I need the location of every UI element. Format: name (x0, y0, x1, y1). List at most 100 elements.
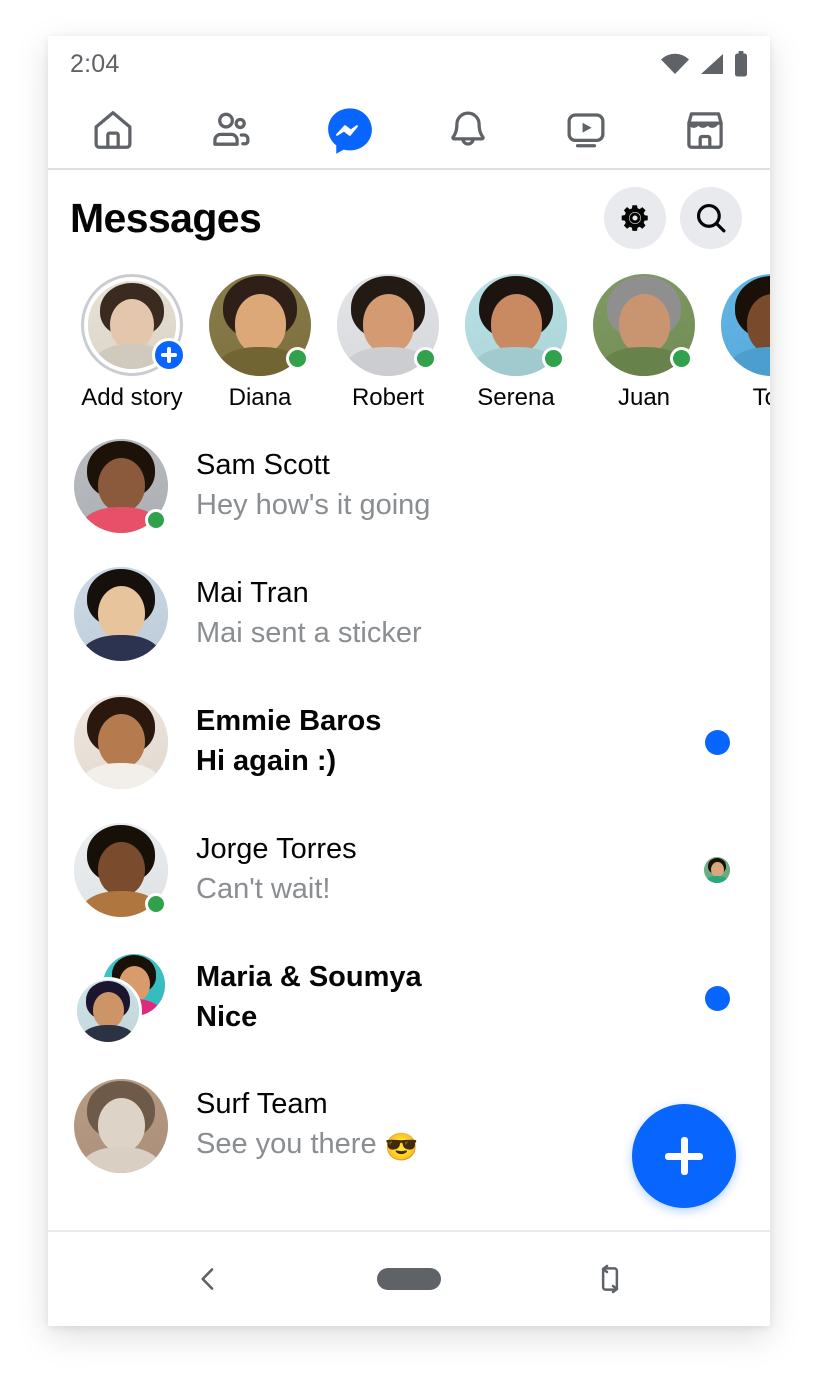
nav-rotate-button[interactable] (565, 1247, 655, 1311)
snippet-text: Nice (196, 1001, 258, 1033)
nav-back-button[interactable] (163, 1247, 253, 1311)
avatar (74, 567, 168, 661)
conversation-list[interactable]: Sam Scott Hey how's it going Mai Tran Mai s… (48, 416, 770, 1230)
screenshot-root: 2:04 Messages Add story Diana Robert Ser… (0, 0, 817, 1378)
conversation-avatar[interactable] (74, 951, 168, 1045)
tab-home[interactable] (70, 98, 156, 162)
story-avatar[interactable] (209, 274, 311, 376)
top-tab-bar[interactable] (48, 92, 770, 170)
online-indicator (145, 893, 167, 915)
rotate-screen-icon (595, 1261, 625, 1297)
story-item-diana[interactable]: Diana (204, 274, 316, 412)
conversation-snippet: Hey how's it going (196, 488, 690, 524)
avatar (74, 977, 142, 1045)
status-bar: 2:04 (48, 36, 770, 92)
story-item-add-story[interactable]: Add story (76, 274, 188, 412)
story-avatar[interactable] (465, 274, 567, 376)
conversation-name: Emmie Baros (196, 705, 382, 738)
conversation-row[interactable]: Mai Tran Mai sent a sticker (48, 550, 770, 678)
story-avatar[interactable] (593, 274, 695, 376)
avatar (721, 274, 770, 376)
cellular-signal-icon (699, 52, 725, 76)
conversation-avatar[interactable] (74, 1079, 168, 1173)
story-label: Serena (477, 384, 555, 411)
snippet-text: Can't wait! (196, 873, 331, 905)
battery-icon (734, 51, 748, 77)
story-label: Robert (351, 384, 425, 411)
conversation-avatar[interactable] (74, 695, 168, 789)
tab-notifications[interactable] (425, 98, 511, 162)
nav-home-button[interactable] (364, 1247, 454, 1311)
story-item-ton[interactable]: Ton (716, 274, 770, 412)
unread-dot (704, 729, 730, 755)
unread-dot (704, 985, 730, 1011)
stories-row[interactable]: Add story Diana Robert Serena Juan Ton (48, 266, 770, 416)
conversation-text: Sam Scott Hey how's it going (168, 448, 690, 524)
story-avatar[interactable] (337, 274, 439, 376)
search-icon (693, 200, 729, 236)
conversation-status (690, 857, 744, 883)
conversation-avatar[interactable] (74, 823, 168, 917)
online-indicator (145, 509, 167, 531)
snippet-text: Hi again :) (196, 745, 337, 777)
search-button[interactable] (680, 187, 742, 249)
add-story-plus-icon[interactable] (152, 338, 186, 372)
story-item-robert[interactable]: Robert (332, 274, 444, 412)
conversation-avatar[interactable] (74, 439, 168, 533)
tab-friends[interactable] (188, 98, 274, 162)
status-bar-icons (660, 51, 748, 77)
conversation-row[interactable]: Emmie Baros Hi again :) (48, 678, 770, 806)
conversation-text: Jorge Torres Can't wait! (168, 832, 690, 908)
story-item-juan[interactable]: Juan (588, 274, 700, 412)
avatar (74, 695, 168, 789)
seen-by-avatar (704, 857, 730, 883)
story-avatar[interactable] (721, 274, 770, 376)
conversation-row[interactable]: Maria & Soumya Nice (48, 934, 770, 1062)
conversation-snippet: Nice (196, 1000, 690, 1036)
conversation-snippet: Mai sent a sticker (196, 616, 690, 652)
conversation-name: Surf Team (196, 1088, 328, 1121)
wifi-icon (660, 52, 690, 76)
back-chevron-icon (193, 1262, 223, 1296)
phone-frame: 2:04 Messages Add story Diana Robert Ser… (48, 36, 770, 1326)
story-label: Ton (752, 384, 770, 411)
avatar (74, 1079, 168, 1173)
conversation-text: Surf Team See you there 😎 (168, 1087, 690, 1164)
snippet-text: Hey how's it going (196, 489, 431, 521)
conversation-snippet: Hi again :) (196, 744, 690, 780)
header-actions (604, 187, 742, 249)
tab-marketplace[interactable] (662, 98, 748, 162)
conversation-row[interactable]: Sam Scott Hey how's it going (48, 422, 770, 550)
conversation-status (690, 729, 744, 755)
group-avatar (74, 951, 168, 1045)
conversation-snippet: Can't wait! (196, 872, 690, 908)
snippet-text: Mai sent a sticker (196, 617, 422, 649)
snippet-text: See you there (196, 1128, 377, 1161)
story-label: Add story (81, 384, 183, 411)
conversation-text: Mai Tran Mai sent a sticker (168, 576, 690, 652)
story-item-serena[interactable]: Serena (460, 274, 572, 412)
story-avatar[interactable] (81, 274, 186, 376)
conversation-text: Maria & Soumya Nice (168, 960, 690, 1036)
conversation-snippet: See you there 😎 (196, 1127, 690, 1164)
home-pill-icon (376, 1268, 441, 1290)
tab-watch[interactable] (543, 98, 629, 162)
conversation-name: Maria & Soumya (196, 961, 422, 994)
new-message-button[interactable] (632, 1104, 736, 1208)
conversation-row[interactable]: Jorge Torres Can't wait! (48, 806, 770, 934)
android-nav-bar[interactable] (48, 1230, 770, 1326)
messages-header: Messages (48, 170, 770, 266)
online-indicator (286, 347, 309, 370)
story-label: Juan (617, 384, 671, 411)
online-indicator (414, 347, 437, 370)
tab-messenger[interactable] (307, 98, 393, 162)
conversation-text: Emmie Baros Hi again :) (168, 704, 690, 780)
gear-icon (618, 201, 652, 235)
conversation-avatar[interactable] (74, 567, 168, 661)
conversation-name: Sam Scott (196, 449, 330, 482)
settings-button[interactable] (604, 187, 666, 249)
conversation-status (690, 985, 744, 1011)
conversation-name: Jorge Torres (196, 833, 357, 866)
status-bar-time: 2:04 (70, 49, 120, 78)
story-label: Diana (228, 384, 292, 411)
